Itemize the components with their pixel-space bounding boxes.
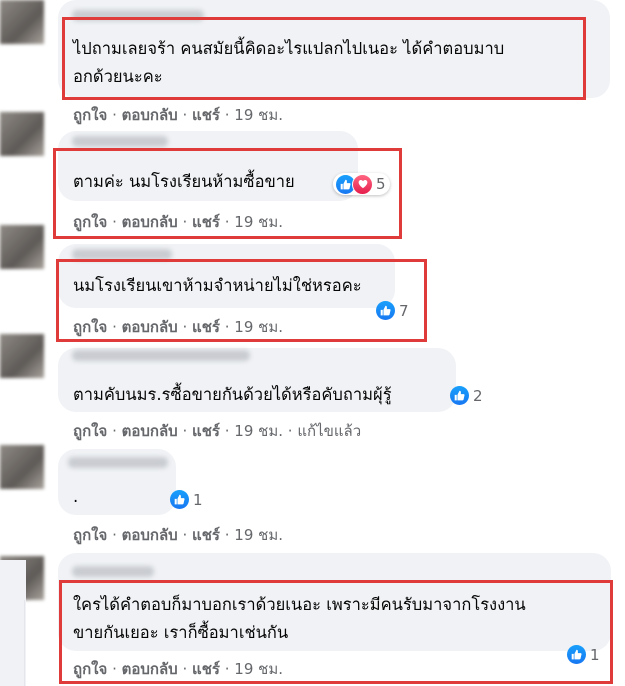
reply-link[interactable]: ตอบกลับ (122, 526, 178, 544)
highlight-box (56, 259, 427, 342)
comment-text-line: ตามคับนมร.รซื้อขายกันด้วยได้หรือคับถามผุ… (73, 385, 392, 404)
like-reaction-icon (450, 386, 469, 405)
share-link[interactable]: แชร์ (192, 422, 220, 440)
reply-thread-line (24, 600, 25, 686)
comment-timestamp[interactable]: 19 ชม. (234, 422, 283, 440)
like-link[interactable]: ถูกใจ (73, 422, 107, 440)
comment-actions: ถูกใจ · ตอบกลับ · แชร์ · 19 ชม. · แก้ไขแ… (73, 419, 361, 443)
commenter-name-blurred[interactable] (72, 566, 154, 577)
avatar[interactable] (0, 334, 44, 378)
reply-link[interactable]: ตอบกลับ (122, 106, 178, 124)
separator: · (182, 106, 188, 124)
highlight-box (53, 148, 402, 239)
reaction-count: 2 (473, 386, 483, 405)
like-link[interactable]: ถูกใจ (73, 526, 107, 544)
comment-timestamp[interactable]: 19 ชม. (234, 106, 283, 124)
like-reaction-icon (170, 490, 189, 509)
separator: · (224, 422, 230, 440)
separator: · (112, 106, 117, 124)
separator: · (112, 526, 117, 544)
commenter-name-blurred[interactable] (72, 136, 168, 147)
separator: · (112, 422, 117, 440)
comment-timestamp[interactable]: 19 ชม. (234, 526, 283, 544)
separator: · (287, 422, 293, 440)
comment-actions: ถูกใจ · ตอบกลับ · แชร์ · 19 ชม. (73, 103, 283, 127)
highlight-box (62, 17, 586, 100)
avatar[interactable] (0, 112, 44, 156)
separator: · (224, 526, 230, 544)
reply-link[interactable]: ตอบกลับ (122, 422, 178, 440)
avatar[interactable] (0, 225, 44, 269)
separator: · (182, 422, 188, 440)
avatar[interactable] (0, 0, 44, 44)
commenter-name-blurred[interactable] (68, 457, 168, 468)
like-link[interactable]: ถูกใจ (73, 106, 107, 124)
reaction-summary[interactable]: 1 (170, 490, 203, 509)
avatar[interactable] (0, 445, 44, 489)
share-link[interactable]: แชร์ (192, 526, 220, 544)
edited-label[interactable]: แก้ไขแล้ว (297, 422, 361, 440)
separator: · (224, 106, 230, 124)
commenter-name-blurred[interactable] (72, 350, 250, 361)
comment-actions: ถูกใจ · ตอบกลับ · แชร์ · 19 ชม. (73, 523, 283, 547)
reaction-count: 1 (193, 490, 203, 509)
reply-thread-gutter (0, 560, 26, 686)
share-link[interactable]: แชร์ (192, 106, 220, 124)
highlight-box (59, 580, 613, 684)
reaction-summary[interactable]: 2 (450, 386, 483, 405)
separator: · (182, 526, 188, 544)
comment-text-line: . (73, 487, 79, 506)
